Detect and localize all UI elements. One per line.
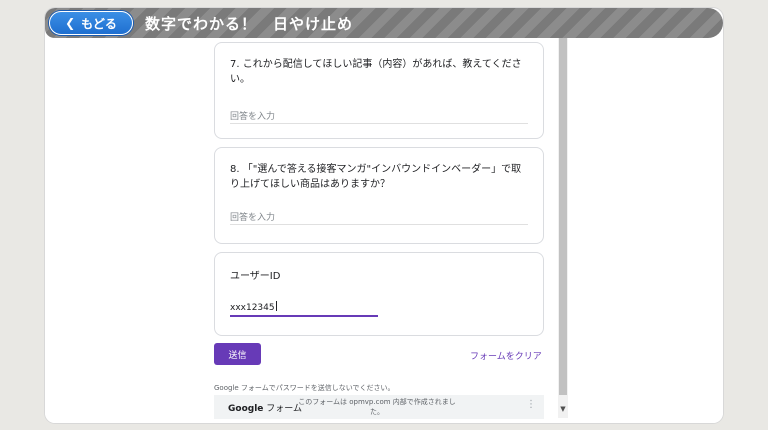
more-vert-icon[interactable]: ⋮: [526, 400, 536, 410]
footer-note: このフォームは opmvp.com 内部で作成されました。: [298, 398, 456, 416]
user-id-label: ユーザーID: [230, 271, 281, 282]
user-id-card: ユーザーID xxx12345: [214, 252, 544, 336]
text-caret: [275, 301, 277, 311]
user-id-value: xxx12345: [230, 303, 275, 313]
answer-input-7[interactable]: 回答を入力: [230, 109, 528, 124]
answer-input-8[interactable]: 回答を入力: [230, 210, 528, 225]
forms-footer: Google フォーム このフォームは opmvp.com 内部で作成されました…: [214, 395, 544, 419]
header-bar: ❮ もどる 数字でわかる！ 日やけ止め: [45, 8, 723, 38]
scroll-down-arrow-icon[interactable]: ▼: [558, 404, 568, 414]
scrollbar[interactable]: ▼: [558, 38, 568, 418]
chevron-left-icon: ❮: [65, 16, 76, 30]
scrollbar-thumb[interactable]: [559, 38, 567, 395]
question-text-7: 7. これから配信してほしい記事（内容）があれば、教えてください。: [230, 59, 522, 85]
submit-button[interactable]: 送信: [214, 343, 261, 365]
clear-form-link[interactable]: フォームをクリア: [470, 349, 542, 362]
page-title: 数字でわかる！ 日やけ止め: [145, 15, 354, 33]
form-scroll-area: 7. これから配信してほしい記事（内容）があれば、教えてください。 回答を入力 …: [45, 38, 723, 423]
google-forms-logo: Google フォーム: [228, 401, 302, 414]
answer-placeholder-7: 回答を入力: [230, 112, 276, 122]
back-button-label: もどる: [81, 16, 117, 31]
brand-google: Google: [228, 404, 264, 414]
back-button[interactable]: ❮ もどる: [49, 11, 133, 35]
app-frame: ❮ もどる 数字でわかる！ 日やけ止め 7. これから配信してほしい記事（内容）…: [45, 8, 723, 423]
question-card-8: 8. 「"選んで答える接客マンガ"インバウンドインベーダー」で取り上げてほしい商…: [214, 147, 544, 244]
question-card-7: 7. これから配信してほしい記事（内容）があれば、教えてください。 回答を入力: [214, 42, 544, 139]
user-id-input[interactable]: xxx12345: [230, 301, 378, 317]
password-warning: Google フォームでパスワードを送信しないでください。: [214, 384, 395, 392]
question-text-8: 8. 「"選んで答える接客マンガ"インバウンドインベーダー」で取り上げてほしい商…: [230, 164, 522, 190]
answer-placeholder-8: 回答を入力: [230, 213, 276, 223]
